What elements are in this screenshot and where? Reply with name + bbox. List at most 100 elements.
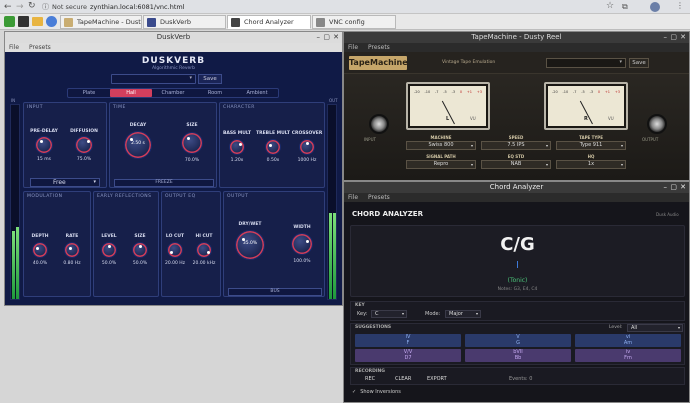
window-title: Chord Analyzer [489, 183, 544, 191]
save-button[interactable]: Save [198, 74, 222, 84]
folder-icon[interactable] [32, 17, 43, 26]
depth-knob[interactable] [32, 242, 48, 258]
menu-presets[interactable]: Presets [368, 44, 390, 51]
tab-label: VNC config [329, 18, 365, 26]
maximize-icon[interactable]: ▢ [670, 182, 677, 193]
chord-header: CHORD ANALYZER [352, 210, 423, 218]
suggestion-iv-minor[interactable]: iv Fm [575, 349, 681, 362]
menu-icon[interactable]: ⋮ [676, 1, 684, 10]
url-field[interactable]: zynthian.local:6081/vnc.html [90, 3, 185, 11]
tab-chord-analyzer[interactable]: Chord Analyzer [227, 15, 311, 29]
chord-degree: I [516, 260, 519, 271]
forward-icon[interactable]: → [16, 2, 24, 12]
decay-knob[interactable]: 2.50 s [124, 131, 152, 159]
drywet-knob[interactable]: 35.0% [235, 230, 265, 260]
close-icon[interactable]: ✕ [680, 182, 686, 193]
extensions-icon[interactable]: ⧉ [622, 2, 628, 12]
size-knob[interactable] [181, 132, 203, 154]
export-button[interactable]: EXPORT [427, 376, 447, 382]
tab-duskverb[interactable]: DuskVerb [143, 15, 226, 29]
hicut-knob[interactable] [196, 242, 212, 258]
clear-button[interactable]: CLEAR [395, 376, 411, 382]
level-select[interactable]: All ▾ [627, 324, 683, 332]
er-size-knob[interactable] [132, 242, 148, 258]
close-icon[interactable]: ✕ [680, 32, 686, 43]
close-icon[interactable]: ✕ [333, 32, 339, 43]
free-select[interactable]: Free ▾ [30, 178, 100, 187]
section-title: OUTPUT [227, 194, 249, 199]
chevron-down-icon: ▾ [620, 143, 623, 148]
browser-icon[interactable] [46, 16, 57, 27]
mode-value: Major [449, 311, 463, 317]
maximize-icon[interactable]: ▢ [670, 32, 677, 43]
back-icon[interactable]: ← [4, 2, 12, 12]
suggestion-v-of-v[interactable]: V/V D7 [355, 349, 461, 362]
rate-knob[interactable] [64, 242, 80, 258]
hq-select[interactable]: 1x ▾ [556, 160, 626, 169]
menu-file[interactable]: File [348, 194, 358, 201]
checkmark-icon: ✓ [352, 389, 357, 395]
tapetype-select[interactable]: Type 911 ▾ [556, 141, 626, 150]
minimize-icon[interactable]: – [317, 32, 321, 43]
suggestion-v[interactable]: VG [465, 334, 571, 347]
eqstd-select[interactable]: NAB ▾ [481, 160, 551, 169]
suggestion-vi[interactable]: vi Am [575, 334, 681, 347]
freeze-button[interactable]: FREEZE [114, 179, 214, 187]
star-icon[interactable]: ☆ [606, 1, 614, 11]
menu-file[interactable]: File [9, 44, 19, 51]
treblemult-knob[interactable] [265, 139, 281, 155]
mode-select[interactable]: Major ▾ [445, 310, 481, 318]
locut-knob[interactable] [167, 242, 183, 258]
tab-bar: TapeMachine - Dusty Reel DuskVerb Chord … [0, 14, 690, 30]
save-button[interactable]: Save [629, 58, 649, 68]
minimize-icon[interactable]: – [664, 182, 668, 193]
chevron-down-icon: ▾ [620, 162, 623, 167]
suggestion-iv[interactable]: IV F [355, 334, 461, 347]
key-select[interactable]: C ▾ [371, 310, 407, 318]
output-knob[interactable] [647, 114, 667, 134]
tab-tapemachine[interactable]: TapeMachine - Dusty Reel [60, 15, 142, 29]
suggestion-bvii[interactable]: bVII Bb [465, 349, 571, 362]
vu-meter-left: -20 -10 -7 -5 -3 0 +1 +3 L VU [406, 82, 490, 130]
in-meter-label: IN [11, 98, 16, 103]
mode-room[interactable]: Room [194, 90, 236, 96]
preset-select[interactable]: ▾ [546, 58, 626, 68]
menu-file[interactable]: File [348, 44, 358, 51]
avatar[interactable] [650, 2, 660, 12]
tapemachine-window: TapeMachine - Dusty Reel – ▢ ✕ File Pres… [343, 31, 690, 181]
speed-select[interactable]: 7.5 IPS ▾ [481, 141, 551, 150]
vu-tick: -10 [562, 90, 569, 94]
preset-select[interactable]: ▾ [111, 74, 196, 84]
info-icon[interactable]: ⓘ [42, 2, 49, 12]
mode-ambient[interactable]: Ambient [236, 90, 278, 96]
plugin-body: DUSKVERB Algorithmic Reverb ▾ Save Plate… [5, 52, 342, 305]
bassmult-knob[interactable] [229, 139, 245, 155]
width-knob[interactable] [291, 233, 313, 255]
app-logo-icon[interactable] [4, 16, 15, 27]
diffusion-value: 75.0% [76, 157, 92, 162]
show-inversions-toggle[interactable]: ✓ Show Inversions [352, 389, 401, 395]
machine-select[interactable]: Swiss 800 ▾ [406, 141, 476, 150]
signalpath-select[interactable]: Repro ▾ [406, 160, 476, 169]
mode-chamber[interactable]: Chamber [152, 90, 194, 96]
terminal-icon[interactable] [18, 16, 29, 27]
menu-presets[interactable]: Presets [29, 44, 51, 51]
bus-button[interactable]: BUS [228, 288, 322, 296]
menu-presets[interactable]: Presets [368, 194, 390, 201]
crossover-knob[interactable] [299, 139, 315, 155]
key-label: Key: [357, 311, 368, 317]
tab-app-icon [64, 18, 73, 27]
minimize-icon[interactable]: – [664, 32, 668, 43]
predelay-knob[interactable] [35, 136, 53, 154]
predelay-label: PRE-DELAY [30, 129, 58, 134]
mode-hall[interactable]: Hall [110, 89, 152, 97]
mode-plate[interactable]: Plate [68, 90, 110, 96]
level-knob[interactable] [101, 242, 117, 258]
output-label: OUTPUT [642, 137, 659, 142]
rec-button[interactable]: REC [365, 376, 375, 382]
reload-icon[interactable]: ↻ [28, 1, 36, 11]
tab-vnc-config[interactable]: VNC config [312, 15, 396, 29]
diffusion-knob[interactable] [75, 136, 93, 154]
input-knob[interactable] [369, 114, 389, 134]
maximize-icon[interactable]: ▢ [323, 32, 330, 43]
